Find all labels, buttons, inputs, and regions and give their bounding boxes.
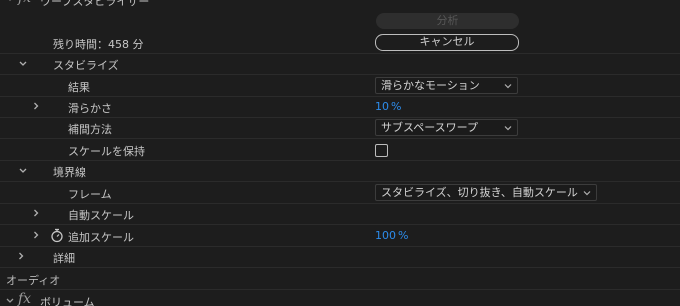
volume-effect-row: fx ボリューム <box>0 290 680 306</box>
smoothness-row: 滑らかさ 10 % <box>0 96 680 118</box>
chevron-down-icon[interactable] <box>4 0 16 5</box>
fx-icon[interactable]: fx <box>18 291 31 306</box>
method-dropdown-value: サブスペースワープ <box>381 121 479 134</box>
smoothness-unit: % <box>391 100 402 113</box>
auto-scale-row: 自動スケール <box>0 203 680 225</box>
cancel-button[interactable]: キャンセル <box>375 34 519 51</box>
stabilize-group-title: スタビライズ <box>53 59 119 72</box>
result-label: 結果 <box>68 81 90 94</box>
analyze-row: 分析 <box>0 11 680 33</box>
remaining-time-row: 残り時間：458 分 キャンセル <box>0 32 680 54</box>
preserve-scale-checkbox[interactable] <box>375 144 388 157</box>
chevron-right-icon[interactable] <box>30 207 42 219</box>
result-dropdown[interactable]: 滑らかなモーション <box>375 77 518 94</box>
audio-section-row: オーディオ <box>0 268 680 290</box>
details-label: 詳細 <box>53 252 75 265</box>
additional-scale-row: 追加スケール 100 % <box>0 225 680 247</box>
smoothness-label: 滑らかさ <box>68 102 112 115</box>
fx-icon[interactable]: fx <box>18 0 31 6</box>
borders-group-row[interactable]: 境界線 <box>0 160 680 182</box>
chevron-down-icon[interactable] <box>4 295 16 306</box>
audio-section-title: オーディオ <box>6 274 61 287</box>
method-label: 補間方法 <box>68 123 112 136</box>
stabilize-group-row[interactable]: スタビライズ <box>0 53 680 75</box>
volume-effect-title: ボリューム <box>40 296 95 306</box>
chevron-down-icon <box>504 126 512 131</box>
chevron-down-icon[interactable] <box>17 58 29 70</box>
smoothness-value[interactable]: 10 <box>375 100 389 113</box>
additional-scale-label: 追加スケール <box>68 231 134 244</box>
framing-row: フレーム スタビライズ、切り抜き、自動スケール <box>0 182 680 204</box>
chevron-down-icon <box>504 84 512 89</box>
chevron-right-icon[interactable] <box>30 229 42 241</box>
effect-title: ワープスタビライザー <box>40 0 150 8</box>
preserve-scale-row: スケールを保持 <box>0 139 680 161</box>
chevron-down-icon <box>583 191 591 196</box>
additional-scale-value[interactable]: 100 <box>375 229 396 242</box>
method-dropdown[interactable]: サブスペースワープ <box>375 119 518 136</box>
effect-header-row: fx ワープスタビライザー <box>0 0 680 8</box>
framing-dropdown-value: スタビライズ、切り抜き、自動スケール <box>381 186 578 199</box>
method-row: 補間方法 サブスペースワープ <box>0 117 680 139</box>
framing-dropdown[interactable]: スタビライズ、切り抜き、自動スケール <box>375 184 597 201</box>
result-dropdown-value: 滑らかなモーション <box>381 79 480 92</box>
borders-group-title: 境界線 <box>53 166 86 179</box>
framing-label: フレーム <box>68 188 112 201</box>
result-row: 結果 滑らかなモーション <box>0 75 680 97</box>
stopwatch-icon[interactable] <box>50 228 64 243</box>
chevron-right-icon[interactable] <box>30 100 42 112</box>
analyze-button[interactable]: 分析 <box>376 13 519 29</box>
preserve-scale-label: スケールを保持 <box>68 145 145 158</box>
auto-scale-label: 自動スケール <box>68 209 134 222</box>
chevron-down-icon[interactable] <box>17 165 29 177</box>
remaining-time-label: 残り時間：458 分 <box>53 38 144 51</box>
chevron-right-icon[interactable] <box>15 250 27 262</box>
additional-scale-unit: % <box>398 229 409 242</box>
details-row[interactable]: 詳細 <box>0 246 680 268</box>
